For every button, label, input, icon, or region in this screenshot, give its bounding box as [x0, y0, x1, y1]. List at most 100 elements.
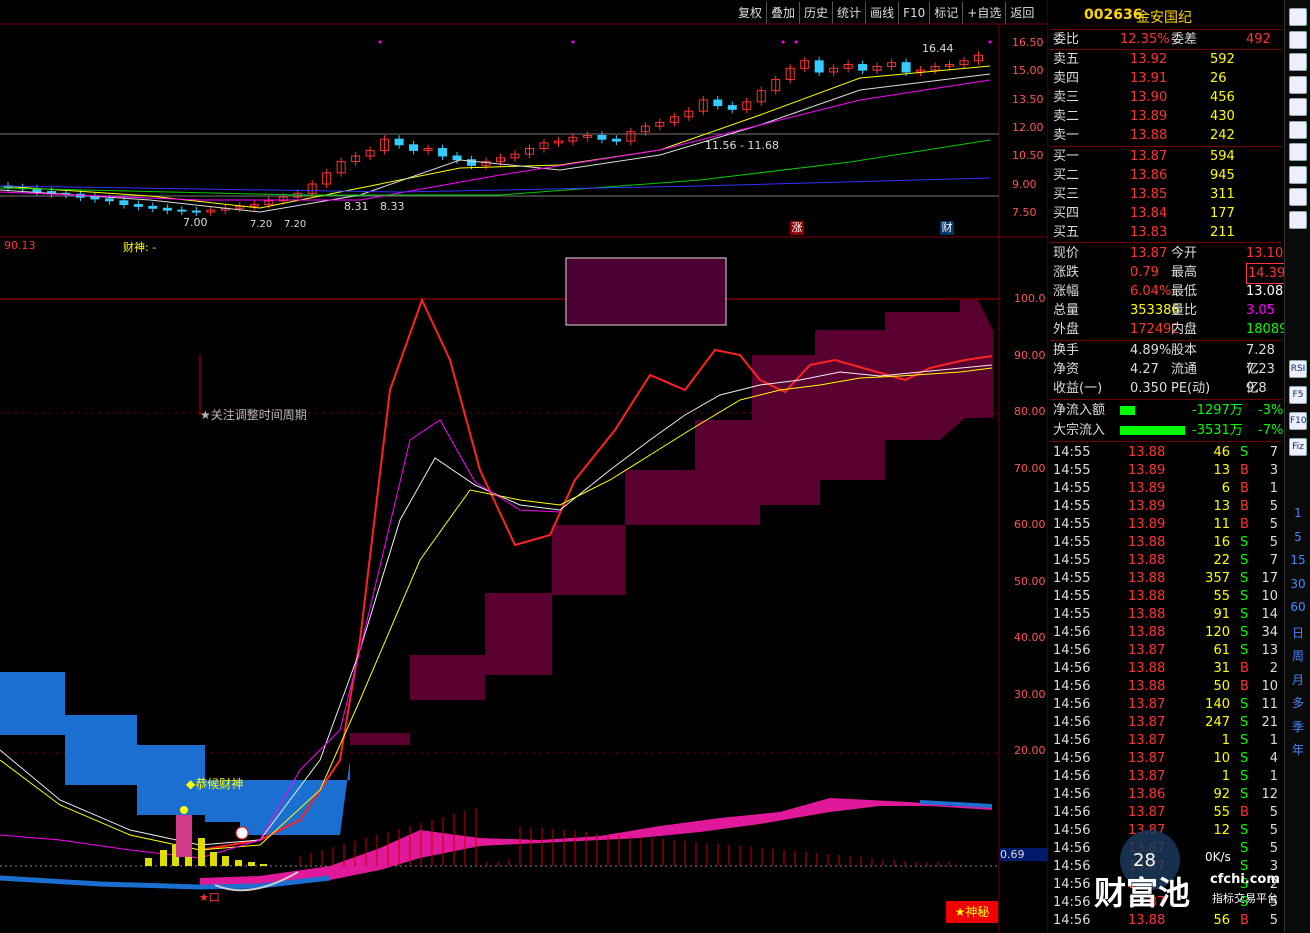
cell: 委差	[1171, 32, 1198, 47]
cell: 14:55	[1053, 553, 1091, 568]
cell: B	[1240, 805, 1249, 820]
period-button[interactable]: 年	[1285, 741, 1310, 758]
cell: 4.89%	[1130, 343, 1172, 358]
period-button[interactable]: 1	[1285, 506, 1310, 520]
cell: 涨跌	[1053, 265, 1080, 280]
tool-icon[interactable]	[1289, 120, 1307, 139]
tool-icon-Fiz[interactable]: Fiz	[1289, 438, 1307, 456]
cell: 12	[1261, 787, 1278, 802]
cell: 外盘	[1053, 322, 1080, 337]
period-button[interactable]: 15	[1285, 553, 1310, 567]
watermark-brand: 财富池	[1094, 874, 1191, 912]
cell: 140	[1205, 697, 1230, 712]
tool-icon[interactable]	[1289, 30, 1307, 49]
cell: S	[1240, 445, 1249, 460]
tool-icon[interactable]	[1289, 143, 1307, 161]
cell: 177	[1210, 206, 1235, 221]
tick-row: 14:56 13.87 10 S 4	[1050, 749, 1282, 768]
cell: 收益(一)	[1053, 381, 1103, 396]
cell: S	[1240, 643, 1249, 658]
period-button[interactable]: 周	[1285, 647, 1310, 664]
chart-area[interactable]	[0, 0, 1048, 933]
tool-icon-RSI[interactable]: RSI	[1289, 360, 1307, 378]
cell: 1	[1221, 733, 1230, 748]
period-button[interactable]: 60	[1285, 600, 1310, 614]
cell: 13.86	[1128, 787, 1166, 802]
cell: 10	[1213, 751, 1230, 766]
cell: 14:56	[1053, 751, 1091, 766]
indicator-axis-label: 30.00	[1014, 687, 1046, 701]
wait-label: ◆恭候财神	[186, 777, 244, 791]
flow-row: 大宗流入 -3531万 -7%	[1050, 421, 1284, 440]
tool-icon[interactable]	[1289, 188, 1307, 206]
cell: -7%	[1258, 423, 1284, 438]
cell: 242	[1210, 128, 1235, 143]
cell: 14:55	[1053, 499, 1091, 514]
period-button[interactable]: 日	[1285, 624, 1310, 641]
price-axis-label: 12.00	[1012, 120, 1044, 134]
cell: 13.88	[1128, 607, 1166, 622]
cell: 13.84	[1130, 206, 1168, 221]
shenmi-button[interactable]: ★神秘	[946, 901, 998, 923]
cell: 22	[1213, 553, 1230, 568]
price-ma60	[0, 139, 991, 196]
cell: B	[1240, 517, 1249, 532]
cell: 13.10	[1246, 246, 1284, 261]
period-button[interactable]: 季	[1285, 718, 1310, 735]
period-button[interactable]: 多	[1285, 694, 1310, 711]
candle	[104, 198, 114, 202]
indicator-axis-label: 20.00	[1014, 744, 1046, 757]
low-label: 7.00	[183, 216, 208, 229]
tool-icon[interactable]	[1289, 98, 1307, 116]
cell: 买一	[1053, 149, 1080, 164]
divider	[1050, 242, 1282, 243]
cell: 量比	[1171, 303, 1198, 318]
cell: 14:56	[1053, 661, 1091, 676]
cell: 净资	[1053, 362, 1080, 377]
bid-row: 买一 13.87 594	[1050, 147, 1282, 166]
cell: 14:56	[1053, 877, 1091, 892]
cell: 3	[1269, 463, 1278, 478]
tool-icon[interactable]	[1289, 165, 1307, 184]
cell: 12	[1213, 823, 1230, 838]
cell: 13.88	[1128, 553, 1166, 568]
period-button[interactable]: 月	[1285, 671, 1310, 688]
tick-row: 14:56 13.87 55 B 5	[1050, 803, 1282, 822]
cell: S	[1240, 625, 1249, 640]
cell: 13.87	[1128, 733, 1166, 748]
cell: 7	[1269, 553, 1278, 568]
tool-icon-F5[interactable]: F5	[1289, 386, 1307, 404]
cell: 14:55	[1053, 589, 1091, 604]
cell: 5	[1269, 841, 1278, 856]
tool-icon[interactable]	[1289, 53, 1307, 71]
cell: 12.35%	[1120, 32, 1170, 47]
cell: S	[1240, 823, 1249, 838]
quote-row: 涨跌 0.79 最高 14.39	[1050, 263, 1288, 284]
cell: 现价	[1053, 246, 1080, 261]
cell: 7	[1269, 445, 1278, 460]
period-button[interactable]: 5	[1285, 530, 1310, 544]
tool-icon[interactable]	[1289, 8, 1307, 26]
tool-icon-F10[interactable]: F10	[1289, 412, 1307, 430]
signal-bar	[145, 858, 152, 866]
cell: 430	[1210, 109, 1235, 124]
cell: 1	[1221, 769, 1230, 784]
cell: S	[1240, 769, 1249, 784]
tick-row: 14:55 13.88 91 S 14	[1050, 605, 1282, 624]
cell: 5	[1269, 823, 1278, 838]
candle	[162, 207, 172, 211]
period-button[interactable]: 30	[1285, 577, 1310, 591]
tool-icon[interactable]	[1289, 210, 1307, 229]
cell: -3%	[1258, 403, 1284, 418]
right-toolbar: RSI F5 F10 Fiz 1 5 15 30 60 日周月多季年	[1284, 0, 1310, 933]
tool-icon[interactable]	[1289, 75, 1307, 94]
cell: 委比	[1053, 32, 1080, 47]
cell: 17	[1261, 571, 1278, 586]
cell: 14:56	[1053, 823, 1091, 838]
cell: 11	[1213, 517, 1230, 532]
signal-bar	[248, 862, 255, 866]
divider	[1050, 441, 1282, 442]
cell: 总量	[1053, 303, 1080, 318]
speed-rate: 0K/s	[1205, 850, 1231, 864]
candle	[177, 209, 187, 212]
